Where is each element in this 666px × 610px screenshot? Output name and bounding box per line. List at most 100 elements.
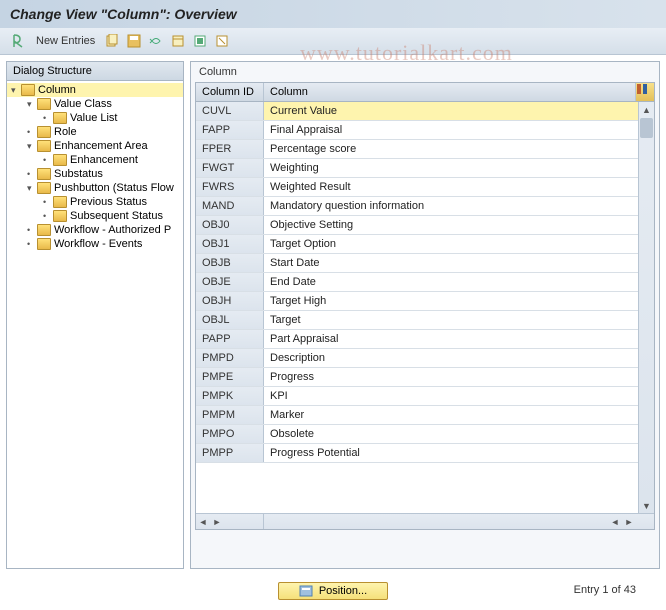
cell-column[interactable]: Mandatory question information xyxy=(264,197,638,215)
cell-column[interactable]: Obsolete xyxy=(264,425,638,443)
cell-column-id[interactable]: PAPP xyxy=(196,330,264,348)
cell-column[interactable]: Objective Setting xyxy=(264,216,638,234)
tree-toggle-icon[interactable]: • xyxy=(43,113,53,123)
tree-item[interactable]: ▾Enhancement Area xyxy=(7,139,183,153)
position-button[interactable]: Position... xyxy=(278,582,388,600)
cell-column[interactable]: Weighting xyxy=(264,159,638,177)
table-row[interactable]: CUVLCurrent Value xyxy=(196,102,638,121)
table-row[interactable]: PAPPPart Appraisal xyxy=(196,330,638,349)
cell-column-id[interactable]: PMPM xyxy=(196,406,264,424)
tree-item[interactable]: •Enhancement xyxy=(7,153,183,167)
tree-item[interactable]: •Role xyxy=(7,125,183,139)
tree-item[interactable]: ▾Value Class xyxy=(7,97,183,111)
table-row[interactable]: OBJHTarget High xyxy=(196,292,638,311)
cell-column[interactable]: Part Appraisal xyxy=(264,330,638,348)
table-row[interactable]: OBJ1Target Option xyxy=(196,235,638,254)
cell-column-id[interactable]: OBJ0 xyxy=(196,216,264,234)
table-row[interactable]: FAPPFinal Appraisal xyxy=(196,121,638,140)
cell-column-id[interactable]: CUVL xyxy=(196,102,264,120)
tree-toggle-icon[interactable]: • xyxy=(43,197,53,207)
table-row[interactable]: PMPEProgress xyxy=(196,368,638,387)
deselect-all-icon[interactable] xyxy=(213,32,231,50)
toggle-icon[interactable] xyxy=(10,32,28,50)
cell-column-id[interactable]: FWRS xyxy=(196,178,264,196)
cell-column-id[interactable]: MAND xyxy=(196,197,264,215)
cell-column[interactable]: Target Option xyxy=(264,235,638,253)
cell-column[interactable]: Target xyxy=(264,311,638,329)
scroll-up-icon[interactable]: ▲ xyxy=(639,102,654,117)
cell-column[interactable]: Progress Potential xyxy=(264,444,638,462)
tree-item[interactable]: •Previous Status xyxy=(7,195,183,209)
tree-toggle-icon[interactable]: • xyxy=(27,225,37,235)
tree-toggle-icon[interactable]: • xyxy=(27,239,37,249)
cell-column[interactable]: Marker xyxy=(264,406,638,424)
tree-item[interactable]: •Substatus xyxy=(7,167,183,181)
table-row[interactable]: FWRSWeighted Result xyxy=(196,178,638,197)
table-row[interactable]: OBJ0Objective Setting xyxy=(196,216,638,235)
table-row[interactable]: OBJBStart Date xyxy=(196,254,638,273)
cell-column-id[interactable]: FWGT xyxy=(196,159,264,177)
horizontal-scrollbar[interactable]: ◄ ► ◄ ► xyxy=(196,513,654,529)
tree-item[interactable]: •Value List xyxy=(7,111,183,125)
vertical-scrollbar[interactable]: ▲ ▼ xyxy=(638,102,654,513)
copy-icon[interactable] xyxy=(103,32,121,50)
tree-toggle-icon[interactable]: • xyxy=(43,211,53,221)
table-row[interactable]: OBJLTarget xyxy=(196,311,638,330)
cell-column[interactable]: Final Appraisal xyxy=(264,121,638,139)
table-row[interactable]: FWGTWeighting xyxy=(196,159,638,178)
table-row[interactable]: PMPPProgress Potential xyxy=(196,444,638,463)
scroll-right-icon[interactable]: ► xyxy=(210,514,224,529)
scroll-right2-icon[interactable]: ► xyxy=(622,514,636,529)
scroll-left-icon[interactable]: ◄ xyxy=(196,514,210,529)
cell-column-id[interactable]: PMPK xyxy=(196,387,264,405)
cell-column-id[interactable]: OBJB xyxy=(196,254,264,272)
select-all-icon[interactable] xyxy=(191,32,209,50)
cell-column-id[interactable]: PMPE xyxy=(196,368,264,386)
scroll-down-icon[interactable]: ▼ xyxy=(639,498,654,513)
cell-column[interactable]: Target High xyxy=(264,292,638,310)
tree-toggle-icon[interactable]: • xyxy=(27,127,37,137)
cell-column-id[interactable]: OBJH xyxy=(196,292,264,310)
cell-column-id[interactable]: FAPP xyxy=(196,121,264,139)
cell-column[interactable]: Progress xyxy=(264,368,638,386)
cell-column-id[interactable]: OBJ1 xyxy=(196,235,264,253)
cell-column-id[interactable]: PMPP xyxy=(196,444,264,462)
cell-column[interactable]: Percentage score xyxy=(264,140,638,158)
tree-toggle-icon[interactable]: ▾ xyxy=(27,99,37,110)
table-config-icon[interactable] xyxy=(636,83,654,101)
tree-toggle-icon[interactable]: ▾ xyxy=(27,141,37,152)
scroll-left2-icon[interactable]: ◄ xyxy=(608,514,622,529)
cell-column-id[interactable]: PMPO xyxy=(196,425,264,443)
tree-item[interactable]: •Workflow - Authorized P xyxy=(7,223,183,237)
column-header[interactable]: Column xyxy=(264,83,636,101)
save-icon[interactable] xyxy=(125,32,143,50)
table-row[interactable]: PMPDDescription xyxy=(196,349,638,368)
new-entries-button[interactable]: New Entries xyxy=(32,35,99,47)
cell-column-id[interactable]: PMPD xyxy=(196,349,264,367)
cell-column[interactable]: End Date xyxy=(264,273,638,291)
table-row[interactable]: PMPMMarker xyxy=(196,406,638,425)
cell-column-id[interactable]: FPER xyxy=(196,140,264,158)
table-row[interactable]: PMPKKPI xyxy=(196,387,638,406)
tree-item[interactable]: •Workflow - Events xyxy=(7,237,183,251)
column-id-header[interactable]: Column ID xyxy=(196,83,264,101)
table-row[interactable]: PMPOObsolete xyxy=(196,425,638,444)
tree-toggle-icon[interactable]: ▾ xyxy=(11,85,21,96)
undo-icon[interactable] xyxy=(147,32,165,50)
cell-column[interactable]: Current Value xyxy=(264,102,638,120)
delete-icon[interactable] xyxy=(169,32,187,50)
cell-column[interactable]: Start Date xyxy=(264,254,638,272)
tree-toggle-icon[interactable]: • xyxy=(43,155,53,165)
tree-item[interactable]: ▾Column xyxy=(7,83,183,97)
cell-column-id[interactable]: OBJE xyxy=(196,273,264,291)
tree-item[interactable]: ▾Pushbutton (Status Flow xyxy=(7,181,183,195)
cell-column[interactable]: Description xyxy=(264,349,638,367)
table-row[interactable]: OBJEEnd Date xyxy=(196,273,638,292)
table-row[interactable]: FPERPercentage score xyxy=(196,140,638,159)
table-row[interactable]: MANDMandatory question information xyxy=(196,197,638,216)
cell-column[interactable]: Weighted Result xyxy=(264,178,638,196)
cell-column-id[interactable]: OBJL xyxy=(196,311,264,329)
cell-column[interactable]: KPI xyxy=(264,387,638,405)
tree-toggle-icon[interactable]: • xyxy=(27,169,37,179)
tree-toggle-icon[interactable]: ▾ xyxy=(27,183,37,194)
